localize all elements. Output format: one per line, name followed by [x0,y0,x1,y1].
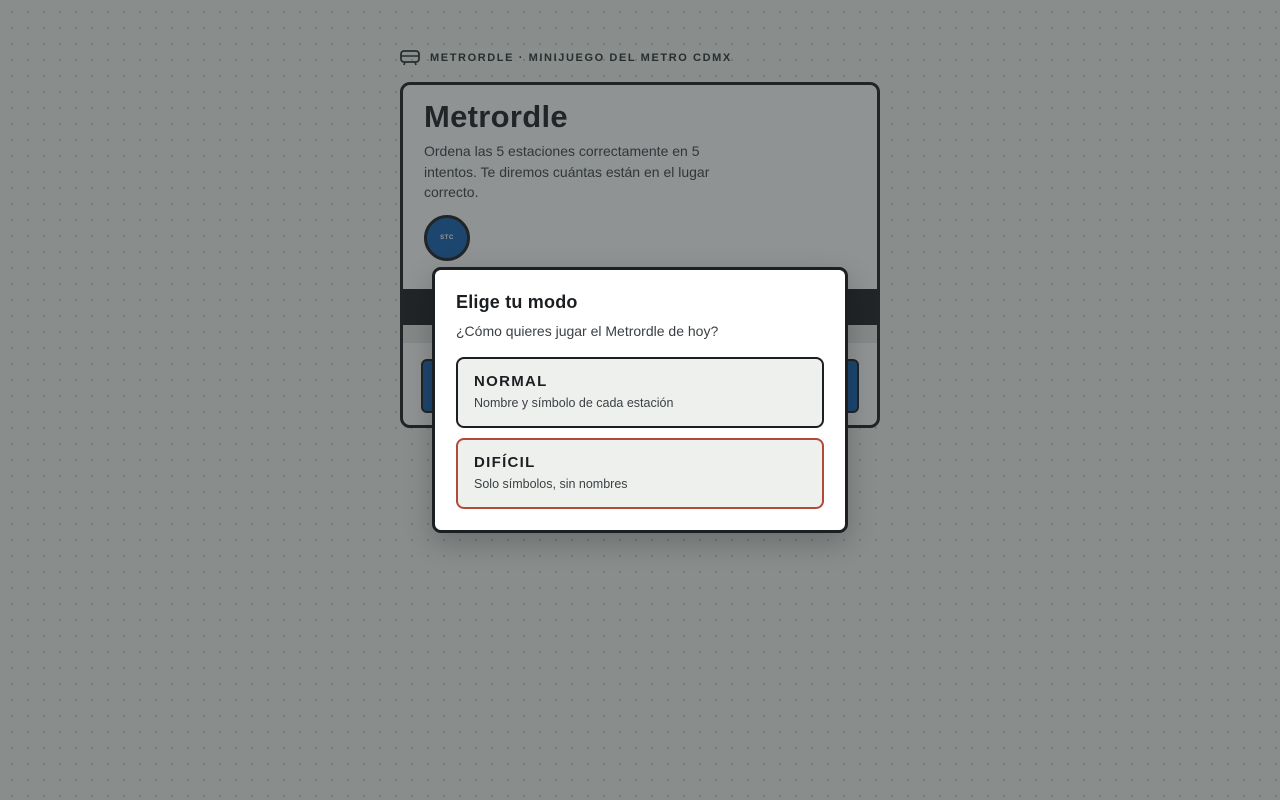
hard-mode-button[interactable]: DIFÍCIL Solo símbolos, sin nombres [456,438,824,509]
hard-mode-title: DIFÍCIL [474,454,536,471]
dialog-title: Elige tu modo [456,292,578,312]
normal-mode-button[interactable]: NORMAL Nombre y símbolo de cada estación [456,357,824,428]
mode-dialog: Elige tu modo ¿Cómo quieres jugar el Met… [432,267,848,533]
dialog-subtitle: ¿Cómo quieres jugar el Metrordle de hoy? [456,323,719,339]
normal-mode-title: NORMAL [474,373,548,390]
normal-mode-description: Nombre y símbolo de cada estación [474,396,674,410]
hard-mode-description: Solo símbolos, sin nombres [474,477,628,491]
